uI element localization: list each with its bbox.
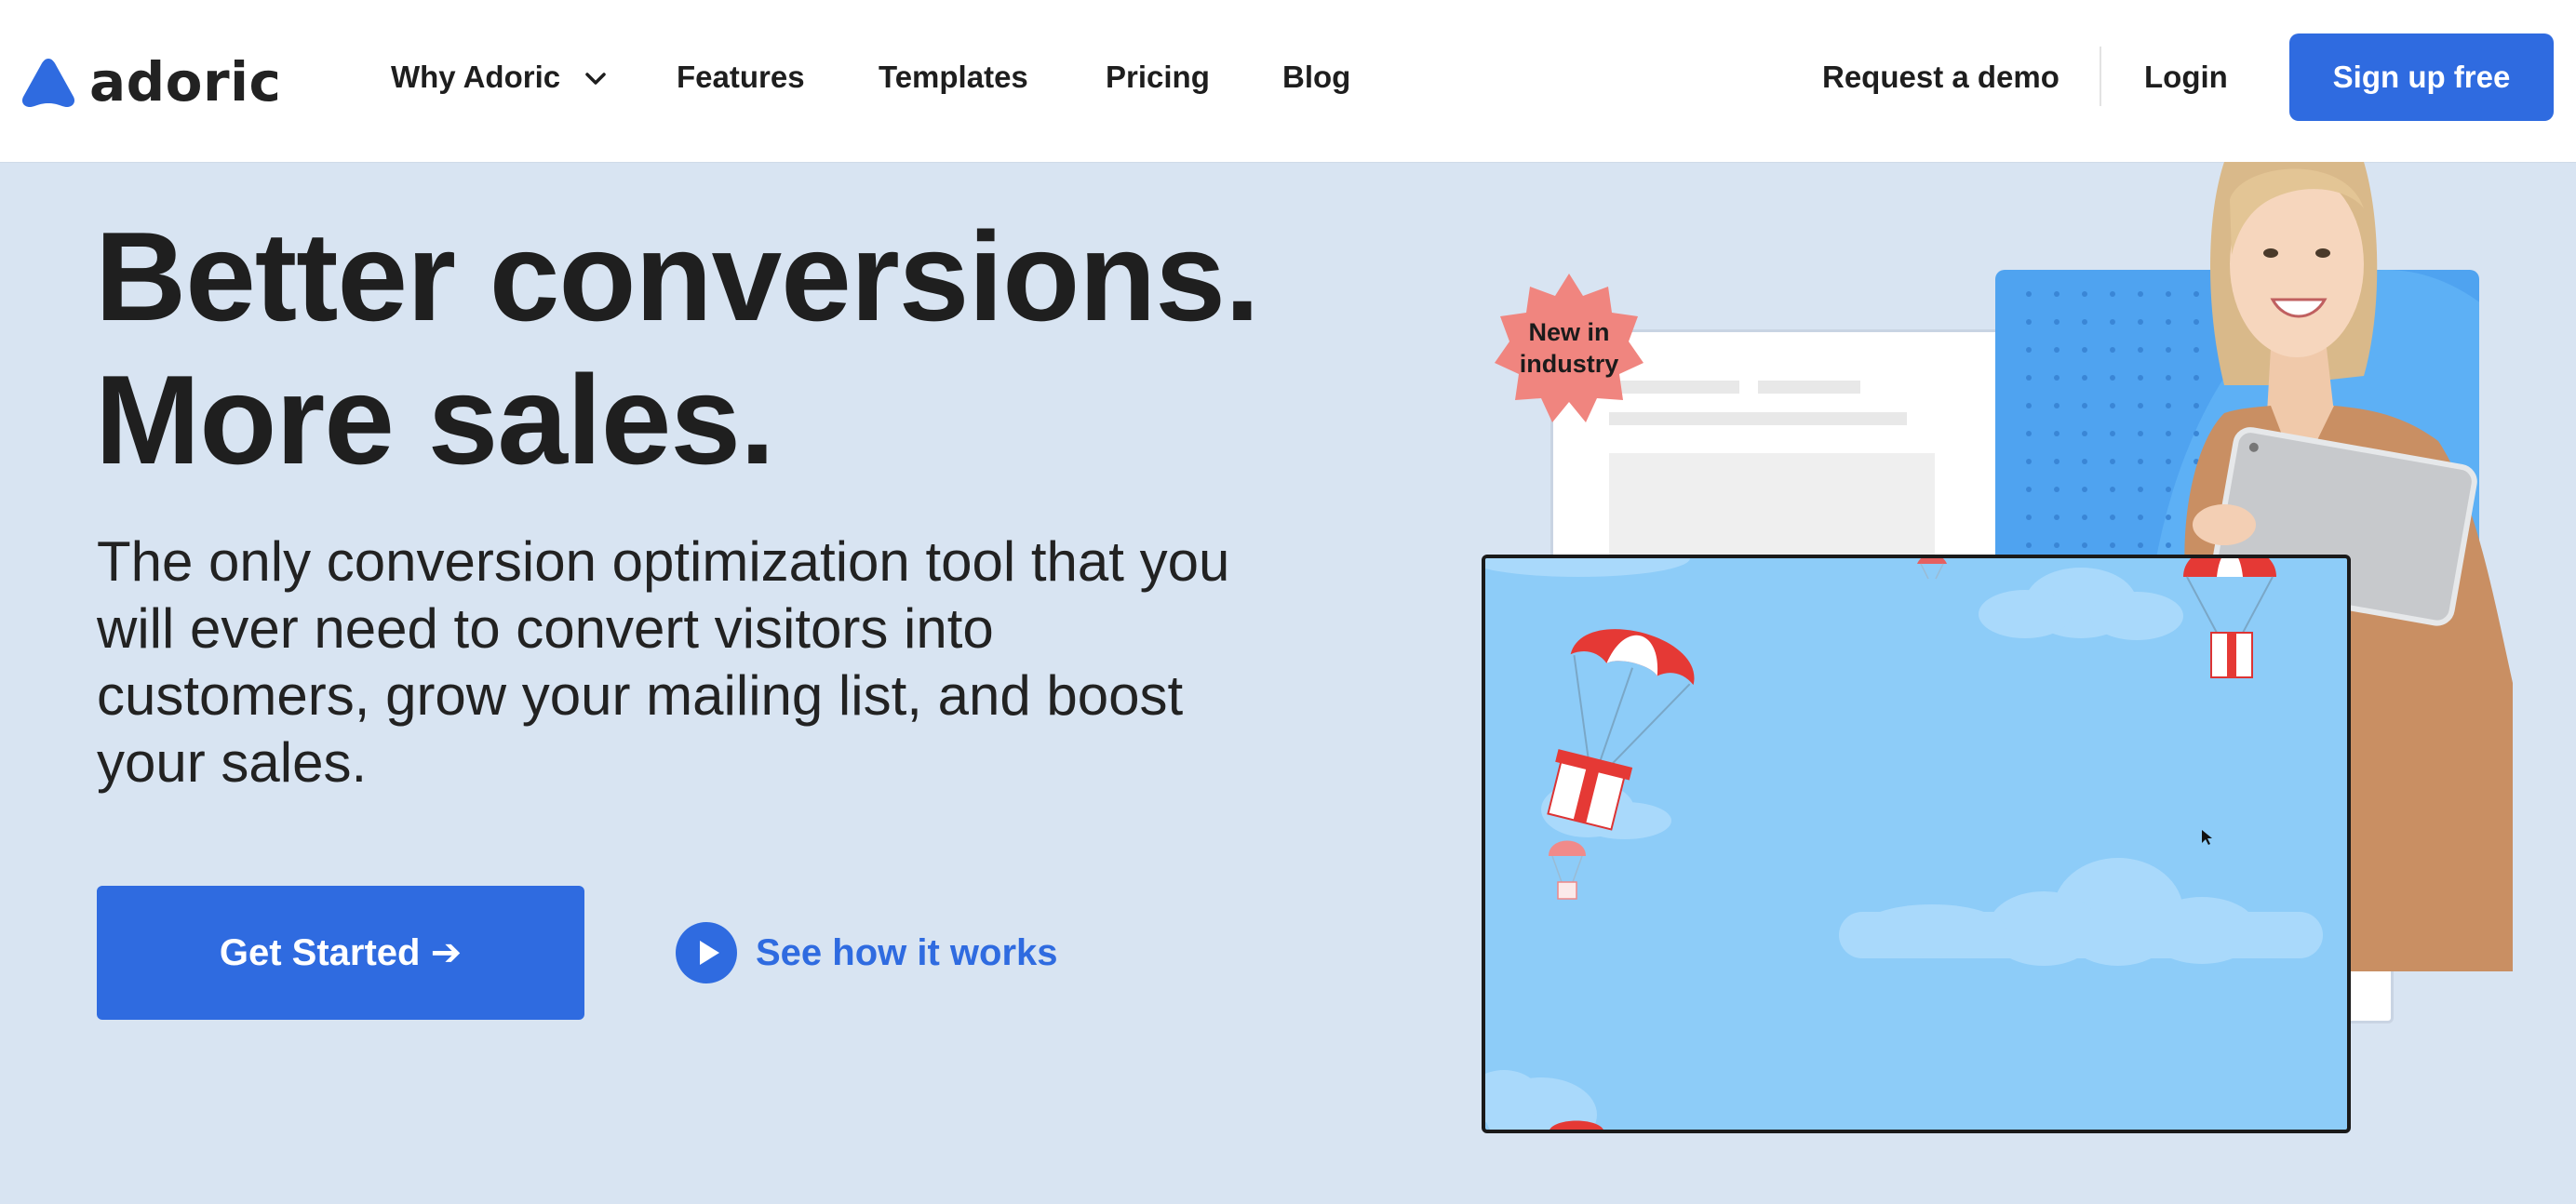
nav-blog[interactable]: Blog	[1282, 58, 1350, 97]
nav-pricing[interactable]: Pricing	[1106, 58, 1210, 97]
see-how-it-works-link[interactable]: See how it works	[676, 921, 1058, 984]
badge-line-2: industry	[1519, 350, 1619, 378]
request-demo-link[interactable]: Request a demo	[1822, 58, 2059, 97]
hero-title-line-1: Better conversions.	[95, 206, 1260, 347]
nav-why-adoric[interactable]: Why Adoric	[391, 58, 607, 97]
adoric-triangle-icon	[21, 59, 75, 107]
mouse-cursor-icon	[2202, 830, 2212, 845]
cloud-icon	[1839, 858, 2323, 966]
top-navigation: adoric Why Adoric Features Templates Pri…	[0, 0, 2576, 162]
play-icon	[676, 922, 737, 983]
adoric-logo[interactable]: adoric	[20, 45, 281, 119]
new-in-industry-badge: New in industry	[1491, 270, 1647, 426]
popup-preview-sky	[1482, 555, 2351, 1133]
badge-line-1: New in	[1528, 318, 1610, 346]
nav-why-adoric-label: Why Adoric	[391, 60, 561, 94]
badge-text: New in industry	[1491, 316, 1647, 380]
sky-scene	[1485, 558, 2323, 1130]
get-started-button[interactable]: Get Started ➔	[97, 886, 584, 1020]
hero-title-line-2: More sales.	[95, 349, 775, 490]
login-link[interactable]: Login	[2144, 58, 2228, 97]
hero-title: Better conversions. More sales.	[95, 205, 1260, 491]
hero-illustration: New in industry	[1470, 162, 2513, 1148]
nav-templates[interactable]: Templates	[879, 58, 1028, 97]
see-how-it-works-label: See how it works	[756, 931, 1058, 973]
nav-features[interactable]: Features	[677, 58, 805, 97]
brand-name: adoric	[89, 50, 282, 114]
sign-up-button[interactable]: Sign up free	[2289, 33, 2554, 121]
nav-divider	[2100, 47, 2101, 106]
chevron-down-icon	[585, 73, 607, 86]
parachute-gift-icon	[1547, 629, 1695, 831]
hero-subtitle: The only conversion optimization tool th…	[97, 530, 1230, 794]
